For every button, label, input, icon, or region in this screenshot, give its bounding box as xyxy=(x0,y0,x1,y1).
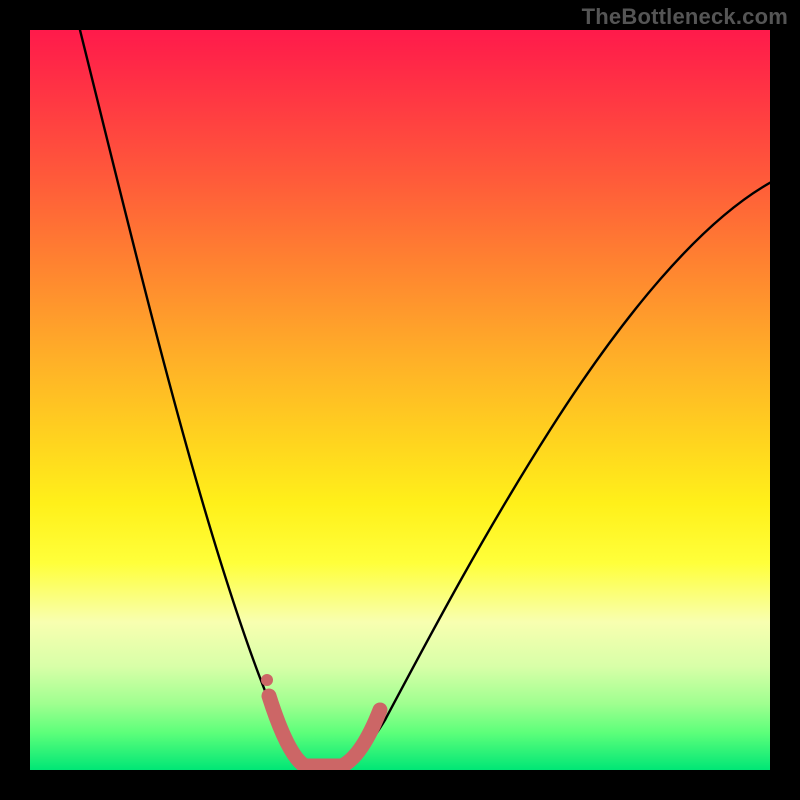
chart-frame: TheBottleneck.com xyxy=(0,0,800,800)
bottleneck-curve xyxy=(75,30,770,768)
curve-layer xyxy=(30,30,770,770)
optimal-marker-path xyxy=(269,696,380,766)
watermark-text: TheBottleneck.com xyxy=(582,4,788,30)
optimal-marker-dot xyxy=(261,674,273,686)
plot-area xyxy=(30,30,770,770)
